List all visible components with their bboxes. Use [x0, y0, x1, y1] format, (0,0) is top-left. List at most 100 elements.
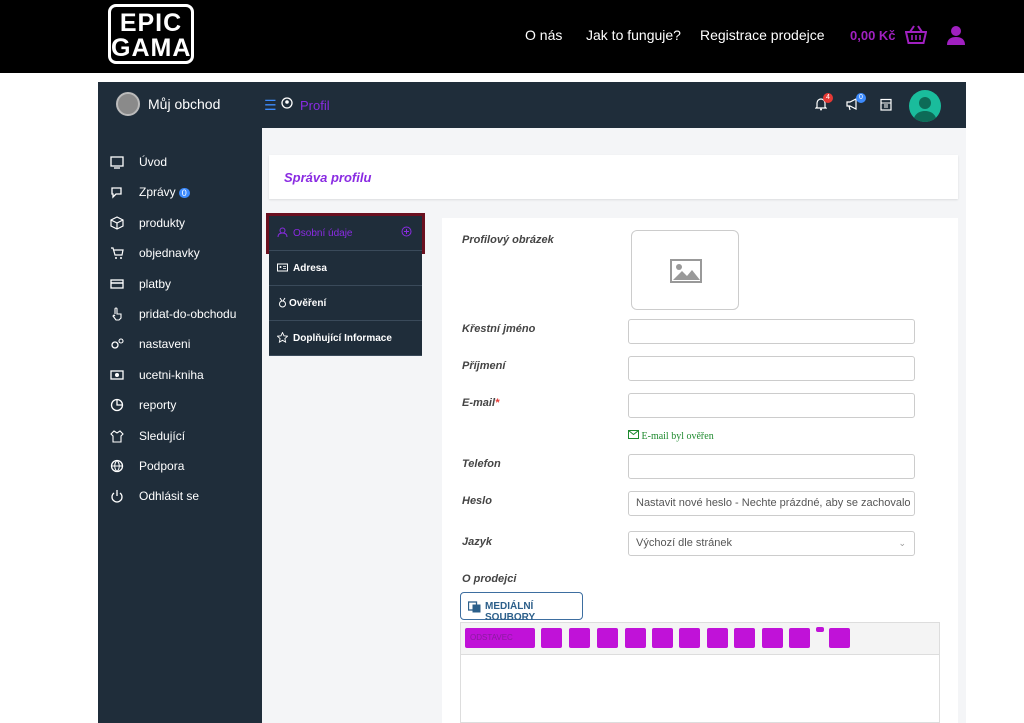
user-account-icon[interactable] [946, 25, 966, 50]
sidebar-item-home[interactable]: Úvod [98, 148, 262, 176]
sidebar-item-ledger[interactable]: ucetni-kniha [98, 361, 262, 389]
sidebar-item-orders[interactable]: objednavky [98, 239, 262, 267]
sidebar: Úvod Zprávy 0 produkty objednavky platby … [98, 128, 262, 723]
sidebar-item-payments[interactable]: platby [98, 270, 262, 298]
star-icon [276, 331, 289, 346]
pie-chart-icon [110, 398, 124, 412]
email-verified-note: E-mail byl ověřen [628, 430, 714, 442]
profile-form: Profilový obrázek Křestní jméno Příjmení… [442, 218, 958, 723]
paragraph-style-select[interactable]: ODSTAVEC [465, 628, 535, 648]
sidebar-item-reports[interactable]: reporty [98, 391, 262, 419]
page-title: Správa profilu [284, 170, 372, 185]
sidebar-item-messages[interactable]: Zprávy 0 [98, 178, 262, 206]
code-button[interactable] [829, 628, 850, 648]
last-name-label: Příjmení [462, 360, 506, 372]
underline-button[interactable] [597, 628, 618, 648]
sidebar-item-label: Úvod [139, 155, 168, 169]
first-name-input[interactable] [628, 319, 915, 344]
chat-icon [110, 185, 124, 199]
first-name-label: Křestní jméno [462, 323, 536, 335]
table-button[interactable] [789, 628, 810, 648]
gears-icon [110, 337, 124, 351]
password-input[interactable]: Nastavit nové heslo - Nechte prázdné, ab… [628, 491, 915, 516]
sidebar-item-logout[interactable]: Odhlásit se [98, 482, 262, 510]
sidebar-item-settings[interactable]: nastaveni [98, 330, 262, 358]
nav-link-seller-registration[interactable]: Registrace prodejce [700, 27, 825, 43]
link-button[interactable] [652, 628, 673, 648]
email-verified-text: E-mail byl ověřen [641, 431, 714, 442]
media-button-label: MEDIÁLNÍ SOUBORY [485, 601, 536, 623]
sidebar-item-messages-text: Zprávy 0 [139, 185, 190, 199]
notification-badge: 4 [823, 93, 833, 103]
rich-text-editor[interactable]: ODSTAVEC [460, 622, 940, 723]
megaphone-icon[interactable]: 0 [846, 93, 866, 116]
power-icon [110, 489, 124, 503]
sidebar-item-followers[interactable]: Sledující [98, 422, 262, 450]
sidebar-item-label: Zprávy [139, 185, 176, 199]
user-circle-icon [281, 97, 293, 112]
paragraph-style-label: ODSTAVEC [470, 633, 513, 642]
image-placeholder-icon [670, 259, 702, 288]
language-selected-value: Výchozí dle stránek [636, 537, 732, 549]
calendar-icon[interactable] [880, 98, 892, 116]
tab-label: Osobní údaje [293, 228, 353, 239]
page-title-card: Správa profilu [269, 155, 958, 199]
user-avatar[interactable] [909, 90, 941, 122]
bold-button[interactable] [541, 628, 562, 648]
align-left-button[interactable] [679, 628, 700, 648]
media-icon [467, 600, 481, 616]
email-input[interactable] [628, 393, 915, 418]
nav-link-how-it-works[interactable]: Jak to funguje? [586, 27, 681, 43]
basket-icon[interactable] [904, 25, 928, 50]
sidebar-item-support[interactable]: Podpora [98, 452, 262, 480]
sidebar-item-label: nastaveni [139, 337, 191, 351]
sidebar-item-add-to-shop[interactable]: pridat-do-obchodu [98, 300, 262, 328]
tab-label: Doplňující Informace [293, 333, 392, 344]
profile-image-upload[interactable] [631, 230, 739, 310]
cart-icon [110, 246, 124, 260]
sidebar-item-products[interactable]: produkty [98, 209, 262, 237]
shop-avatar[interactable] [116, 92, 140, 116]
strikethrough-button[interactable] [625, 628, 646, 648]
site-header: EPIC GAMA O nás Jak to funguje? Registra… [0, 0, 1024, 73]
align-center-button[interactable] [707, 628, 728, 648]
site-logo[interactable]: EPIC GAMA [108, 4, 194, 64]
phone-input[interactable] [628, 454, 915, 479]
bell-icon[interactable]: 4 [814, 93, 833, 116]
money-icon [110, 368, 124, 382]
tab-personal-info[interactable]: Osobní údaje [266, 213, 425, 254]
language-select[interactable]: Výchozí dle stránek ⌄ [628, 531, 915, 556]
dashboard: Můj obchod ☰ Profil 4 0 Úvod Zprávy 0 pr… [98, 82, 966, 723]
tab-address[interactable]: Adresa [269, 251, 422, 286]
image-button[interactable] [762, 628, 783, 648]
box-icon [110, 216, 124, 230]
sidebar-item-label: Sledující [139, 429, 186, 443]
breadcrumb-profile[interactable]: Profil [300, 98, 330, 113]
hamburger-menu-icon[interactable]: ☰ [264, 97, 277, 114]
nav-link-about[interactable]: O nás [525, 27, 562, 43]
email-label-text: E-mail [462, 397, 496, 409]
italic-button[interactable] [569, 628, 590, 648]
media-files-button[interactable]: MEDIÁLNÍ SOUBORY [460, 592, 583, 623]
sidebar-item-label: produkty [139, 216, 186, 230]
tab-additional-info[interactable]: Doplňující Informace [269, 321, 422, 356]
chevron-down-icon: ⌄ [898, 538, 906, 548]
tab-verification[interactable]: Ověření [269, 286, 422, 321]
logo-line1: EPIC [119, 9, 183, 37]
password-label: Heslo [462, 495, 492, 507]
sidebar-item-label: platby [139, 277, 172, 291]
phone-label: Telefon [462, 458, 501, 470]
about-seller-label: O prodejci [462, 573, 517, 585]
list-button[interactable] [734, 628, 755, 648]
tab-label: Ověření [289, 298, 327, 309]
shop-name[interactable]: Můj obchod [148, 96, 220, 112]
cart-total: 0,00 Kč [850, 28, 896, 43]
profile-image-label: Profilový obrázek [462, 234, 554, 246]
user-icon [277, 227, 288, 241]
last-name-input[interactable] [628, 356, 915, 381]
main-content: Správa profilu Osobní údaje Adresa Ověře… [262, 128, 966, 723]
shirt-icon [110, 429, 124, 443]
id-card-icon [277, 262, 288, 276]
sidebar-item-label: objednavky [139, 246, 200, 260]
plus-circle-icon [401, 226, 412, 240]
